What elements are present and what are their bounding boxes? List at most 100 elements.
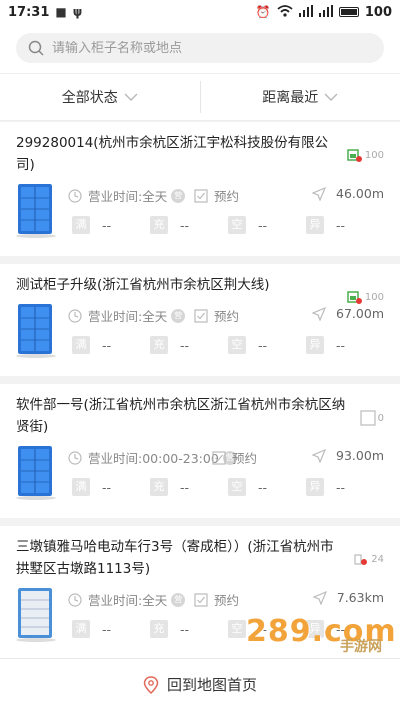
stat-empty: 空 --: [228, 478, 267, 496]
booking[interactable]: 预约: [194, 306, 239, 325]
stat-charging: 充 --: [150, 216, 189, 234]
alarm-icon: ⏰: [255, 5, 271, 19]
back-to-map-label: 回到地图首页: [166, 676, 257, 694]
battery-status-icon: [347, 149, 362, 162]
distance: 93.00m: [312, 448, 384, 463]
signal-icon-2: [318, 4, 333, 20]
stat-full: 满 --: [72, 620, 111, 638]
status-badge: 营: [171, 188, 186, 203]
search-input[interactable]: [52, 40, 352, 56]
cabinet-icon: [18, 588, 52, 638]
cabinet-card[interactable]: 测试柜子升级(浙江省杭州市余杭区荆大线) 100 营业时间:全天 营 预约 67…: [0, 264, 400, 376]
navigation-icon: [312, 448, 327, 463]
card-body: 营业时间:全天 营 预约 67.00m 满 -- 充 -- 空 -- 异 --: [16, 302, 384, 376]
clock-icon: [68, 592, 82, 607]
back-to-map-button[interactable]: 回到地图首页: [0, 658, 400, 710]
charge-status-badge: 0: [360, 410, 384, 426]
stat-full: 满 --: [72, 336, 111, 354]
notification-icon: ■: [55, 5, 67, 19]
cabinet-title: 软件部一号(浙江省杭州市余杭区浙江省杭州市余杭区纳贤街): [16, 397, 346, 435]
hours-row: 营业时间:全天 营: [68, 590, 186, 609]
signal-icon: [298, 4, 313, 20]
stat-empty: 空 --: [228, 216, 267, 234]
business-hours: 营业时间:全天: [88, 189, 168, 204]
clock-icon: [68, 450, 82, 465]
stat-charging: 充 --: [150, 478, 189, 496]
usb-icon: ψ: [72, 5, 83, 19]
wifi-icon: [277, 4, 293, 20]
distance-value: 7.63km: [336, 590, 384, 605]
checkbox-icon: [194, 592, 208, 607]
chevron-down-icon: [324, 93, 338, 102]
cabinet-shadow: [16, 496, 56, 500]
stat-abnormal: 异 --: [306, 478, 345, 496]
booking[interactable]: 预约: [212, 448, 257, 467]
cabinet-icon: [18, 446, 52, 496]
card-body: 营业时间:00:00-23:00 营 预约 93.00m 满 -- 充 -- 空 --…: [16, 444, 384, 518]
search-area: [0, 24, 400, 73]
navigation-icon: [312, 590, 327, 605]
chevron-down-icon: [124, 93, 138, 102]
business-hours: 营业时间:00:00-23:00: [88, 451, 219, 466]
distance-value: 46.00m: [336, 186, 384, 201]
booking[interactable]: 预约: [194, 186, 239, 205]
navigation-icon: [312, 306, 327, 321]
empty-box-icon: [360, 410, 376, 426]
cabinet-icon: [18, 304, 52, 354]
battery-level: 100: [364, 4, 392, 20]
hours-row: 营业时间:全天 营: [68, 306, 186, 325]
cabinet-card[interactable]: 299280014(杭州市余杭区浙江宇松科技股份有限公司) 100 营业时间:全…: [0, 122, 400, 256]
booking-label: 预约: [232, 451, 258, 466]
charge-status-badge: 24: [353, 552, 384, 566]
cabinet-title: 三墩镇雅马哈电动车行3号（寄成柜））(浙江省杭州市拱墅区古墩路1113号): [16, 539, 334, 577]
booking-label: 预约: [214, 593, 240, 608]
checkbox-icon: [194, 188, 208, 203]
filter-distance-dropdown[interactable]: 距离最近: [201, 74, 400, 120]
cabinet-card[interactable]: 软件部一号(浙江省杭州市余杭区浙江省杭州市余杭区纳贤街) 0 营业时间:00:0…: [0, 384, 400, 518]
filter-status-dropdown[interactable]: 全部状态: [0, 74, 200, 120]
checkbox-icon: [212, 450, 226, 465]
filter-bar: 全部状态 距离最近: [0, 73, 400, 121]
stat-full: 满 --: [72, 478, 111, 496]
cabinet-shadow: [16, 638, 56, 642]
booking[interactable]: 预约: [194, 590, 239, 609]
cabinet-list: 299280014(杭州市余杭区浙江宇松科技股份有限公司) 100 营业时间:全…: [0, 122, 400, 668]
status-bar: 17:31 ■ ψ ⏰ 100: [0, 0, 400, 24]
watermark-logo: 289.com 手游网: [242, 614, 396, 656]
cabinet-title: 测试柜子升级(浙江省杭州市余杭区荆大线): [16, 277, 270, 293]
distance: 67.00m: [312, 306, 384, 321]
location-pin-icon: [143, 675, 159, 694]
low-battery-icon: [354, 554, 368, 565]
filter-distance-label: 距离最近: [262, 90, 319, 106]
cabinet-shadow: [16, 354, 56, 358]
status-badge: 营: [171, 308, 186, 323]
card-body: 营业时间:全天 营 预约 46.00m 满 -- 充 -- 空 -- 异 --: [16, 182, 384, 256]
stat-abnormal: 异 --: [306, 336, 345, 354]
battery-icon: [338, 7, 359, 17]
search-bar[interactable]: [16, 33, 384, 63]
clock-icon: [68, 308, 82, 323]
watermark-text: 手游网: [340, 639, 382, 655]
stat-full: 满 --: [72, 216, 111, 234]
hours-row: 营业时间:全天 营: [68, 186, 186, 205]
navigation-icon: [312, 186, 327, 201]
cabinet-shadow: [16, 234, 56, 238]
cabinet-icon: [18, 184, 52, 234]
stat-charging: 充 --: [150, 620, 189, 638]
filter-status-label: 全部状态: [61, 90, 118, 106]
distance-value: 93.00m: [336, 448, 384, 463]
checkbox-icon: [194, 308, 208, 323]
charge-status-badge: 100: [347, 148, 384, 162]
clock-icon: [68, 188, 82, 203]
status-time: 17:31: [8, 4, 50, 20]
booking-label: 预约: [214, 189, 240, 204]
business-hours: 营业时间:全天: [88, 593, 168, 608]
search-icon: [28, 40, 44, 56]
distance: 7.63km: [312, 590, 384, 605]
business-hours: 营业时间:全天: [88, 309, 168, 324]
distance: 46.00m: [312, 186, 384, 201]
distance-value: 67.00m: [336, 306, 384, 321]
stat-charging: 充 --: [150, 336, 189, 354]
cabinet-title: 299280014(杭州市余杭区浙江宇松科技股份有限公司): [16, 135, 329, 173]
stat-abnormal: 异 --: [306, 216, 345, 234]
